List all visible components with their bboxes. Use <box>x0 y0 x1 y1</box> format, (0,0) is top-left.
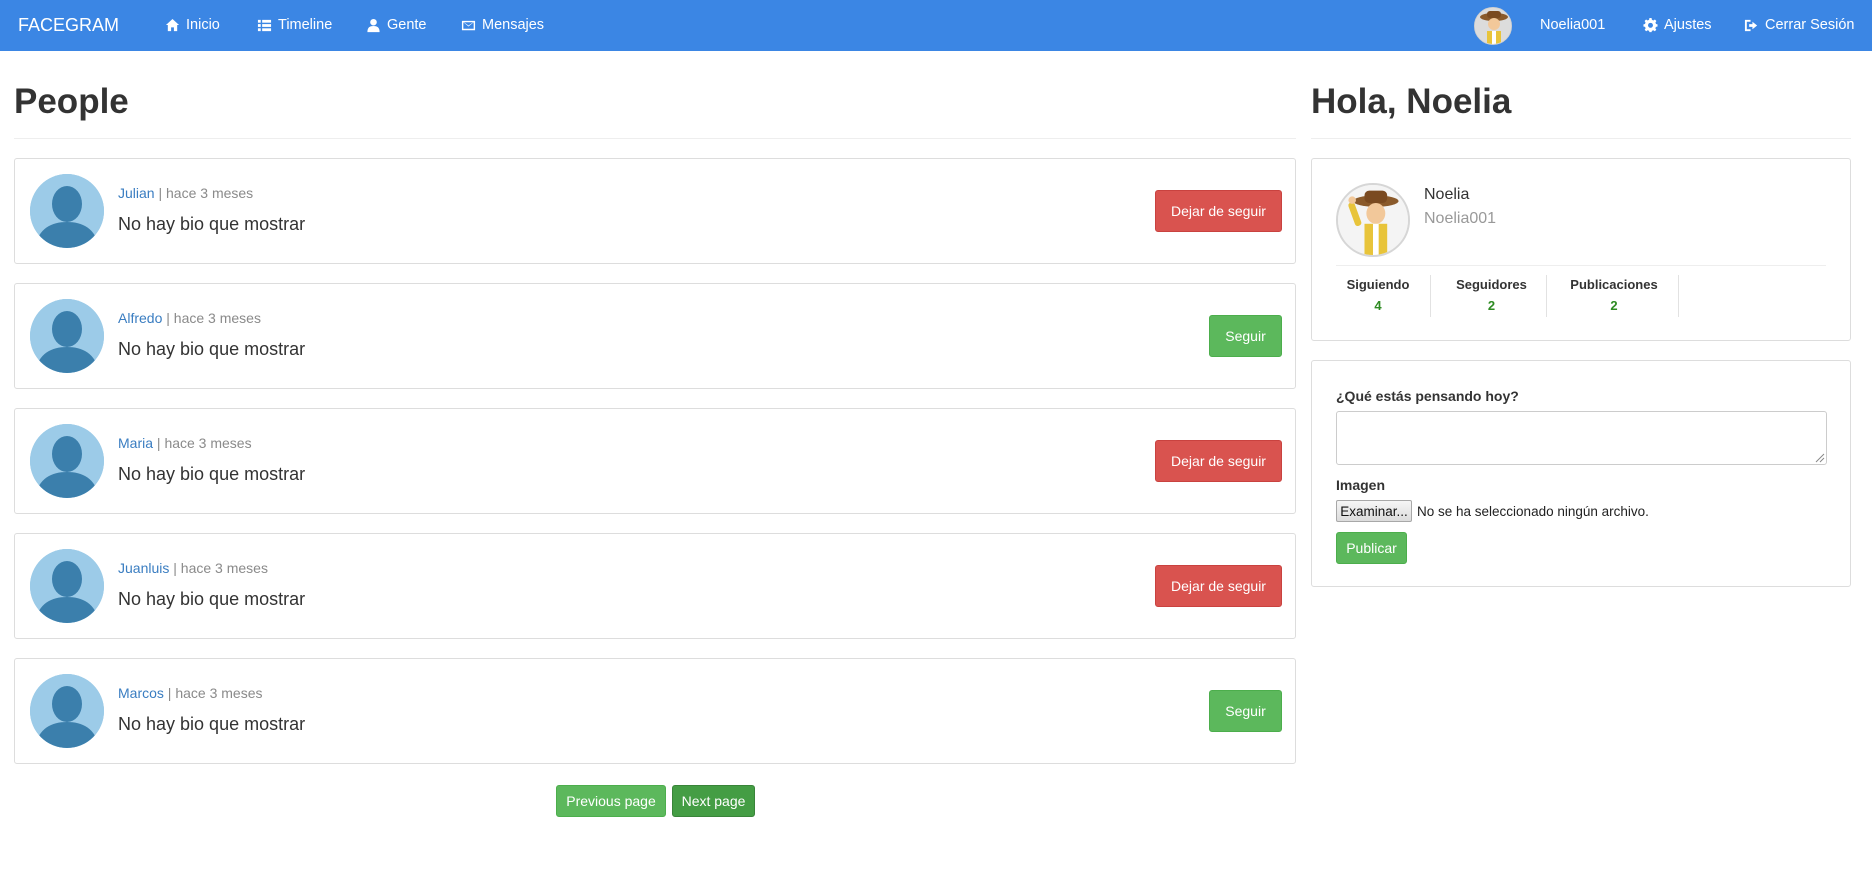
unfollow-button[interactable]: Dejar de seguir <box>1155 190 1282 232</box>
default-avatar-icon <box>30 174 104 248</box>
person-time: hace 3 meses <box>166 185 254 201</box>
stat-value: 2 <box>1610 298 1618 313</box>
previous-page-button[interactable]: Previous page <box>556 785 666 817</box>
person-bio: No hay bio que mostrar <box>118 464 306 484</box>
stat-label: Publicaciones <box>1570 277 1658 292</box>
person-name-link[interactable]: Marcos <box>118 685 164 701</box>
stat-divider <box>1678 275 1679 317</box>
nav-link-gente[interactable]: Gente <box>366 0 427 51</box>
person-meta: Julian | hace 3 meses <box>118 185 253 201</box>
user-avatar[interactable] <box>1474 7 1512 45</box>
nav-link-label: Mensajes <box>482 17 545 33</box>
person-bio: No hay bio que mostrar <box>118 214 306 234</box>
resize-handle-icon[interactable] <box>1813 451 1825 463</box>
stat-divider <box>1430 275 1431 317</box>
person-name-link[interactable]: Julian <box>118 185 155 201</box>
page-title: People <box>14 82 129 121</box>
follow-button[interactable]: Seguir <box>1209 315 1282 357</box>
logout-icon <box>1744 18 1759 33</box>
greeting-title: Hola, Noelia <box>1311 82 1512 121</box>
person-bio: No hay bio que mostrar <box>118 714 306 734</box>
post-prompt-label: ¿Qué estás pensando hoy? <box>1336 388 1519 404</box>
image-label: Imagen <box>1336 477 1386 493</box>
person-time: hace 3 meses <box>173 310 261 326</box>
nav-link-inicio[interactable]: Inicio <box>165 0 220 51</box>
next-page-button[interactable]: Next page <box>672 785 755 817</box>
stat-seguidores[interactable]: Seguidores 2 <box>1438 277 1545 313</box>
post-form-card: ¿Qué estás pensando hoy? Imagen Examinar… <box>1311 360 1851 587</box>
stat-label: Seguidores <box>1456 277 1527 292</box>
meta-separator: | <box>169 560 181 576</box>
stat-publicaciones[interactable]: Publicaciones 2 <box>1554 277 1674 313</box>
person-card: Julian | hace 3 meses No hay bio que mos… <box>14 158 1296 264</box>
greeting-divider <box>1311 138 1851 139</box>
envelope-icon <box>461 18 476 33</box>
person-bio: No hay bio que mostrar <box>118 339 306 359</box>
brand-logo[interactable]: FACEGRAM <box>18 0 119 51</box>
nav-link-label: Ajustes <box>1664 17 1712 33</box>
nav-link-label: Cerrar Sesión <box>1765 17 1855 33</box>
title-divider <box>14 138 1296 139</box>
meta-separator: | <box>162 310 174 326</box>
person-meta: Marcos | hace 3 meses <box>118 685 263 701</box>
nav-link-timeline[interactable]: Timeline <box>257 0 332 51</box>
person-card: Marcos | hace 3 meses No hay bio que mos… <box>14 658 1296 764</box>
profile-card: Noelia Noelia001 Siguiendo 4 Seguidores … <box>1311 158 1851 341</box>
person-name-link[interactable]: Juanluis <box>118 560 169 576</box>
default-avatar-icon <box>30 549 104 623</box>
unfollow-button[interactable]: Dejar de seguir <box>1155 565 1282 607</box>
stat-label: Siguiendo <box>1346 277 1410 292</box>
default-avatar-icon <box>30 299 104 373</box>
nav-link-label: Timeline <box>278 17 333 33</box>
top-navbar: FACEGRAM Inicio Timeline Gente Mensajes … <box>0 0 1872 51</box>
person-card: Maria | hace 3 meses No hay bio que most… <box>14 408 1296 514</box>
person-meta: Alfredo | hace 3 meses <box>118 310 261 326</box>
list-icon <box>257 18 272 33</box>
publish-button[interactable]: Publicar <box>1336 532 1407 564</box>
meta-separator: | <box>154 185 167 201</box>
profile-name: Noelia <box>1424 186 1470 203</box>
person-meta: Maria | hace 3 meses <box>118 435 252 451</box>
nav-link-logout[interactable]: Cerrar Sesión <box>1744 0 1854 51</box>
profile-username: Noelia001 <box>1424 210 1497 227</box>
profile-avatar[interactable] <box>1336 183 1410 257</box>
nav-link-ajustes[interactable]: Ajustes <box>1643 0 1712 51</box>
person-name-link[interactable]: Maria <box>118 435 153 451</box>
file-browse-button[interactable]: Examinar... <box>1336 500 1412 522</box>
unfollow-button[interactable]: Dejar de seguir <box>1155 440 1282 482</box>
person-name-link[interactable]: Alfredo <box>118 310 162 326</box>
nav-username[interactable]: Noelia001 <box>1540 0 1605 51</box>
nav-link-mensajes[interactable]: Mensajes <box>461 0 544 51</box>
person-time: hace 3 meses <box>164 435 252 451</box>
stat-divider <box>1546 275 1547 317</box>
default-avatar-icon <box>30 424 104 498</box>
default-avatar-icon <box>30 674 104 748</box>
person-time: hace 3 meses <box>180 560 268 576</box>
stat-siguiendo[interactable]: Siguiendo 4 <box>1336 277 1420 313</box>
person-card: Alfredo | hace 3 meses No hay bio que mo… <box>14 283 1296 389</box>
stat-value: 4 <box>1374 298 1382 313</box>
nav-link-label: Inicio <box>186 17 220 33</box>
post-textarea[interactable] <box>1336 411 1827 465</box>
person-bio: No hay bio que mostrar <box>118 589 306 609</box>
follow-button[interactable]: Seguir <box>1209 690 1282 732</box>
person-meta: Juanluis | hace 3 meses <box>118 560 268 576</box>
person-time: hace 3 meses <box>175 685 263 701</box>
profile-divider <box>1336 265 1826 266</box>
home-icon <box>165 18 180 33</box>
file-status: No se ha seleccionado ningún archivo. <box>1417 504 1649 519</box>
stat-value: 2 <box>1487 298 1496 313</box>
meta-separator: | <box>163 685 176 701</box>
meta-separator: | <box>153 435 165 451</box>
gear-icon <box>1643 18 1658 33</box>
person-card: Juanluis | hace 3 meses No hay bio que m… <box>14 533 1296 639</box>
nav-link-label: Gente <box>387 17 427 33</box>
user-icon <box>366 18 381 33</box>
